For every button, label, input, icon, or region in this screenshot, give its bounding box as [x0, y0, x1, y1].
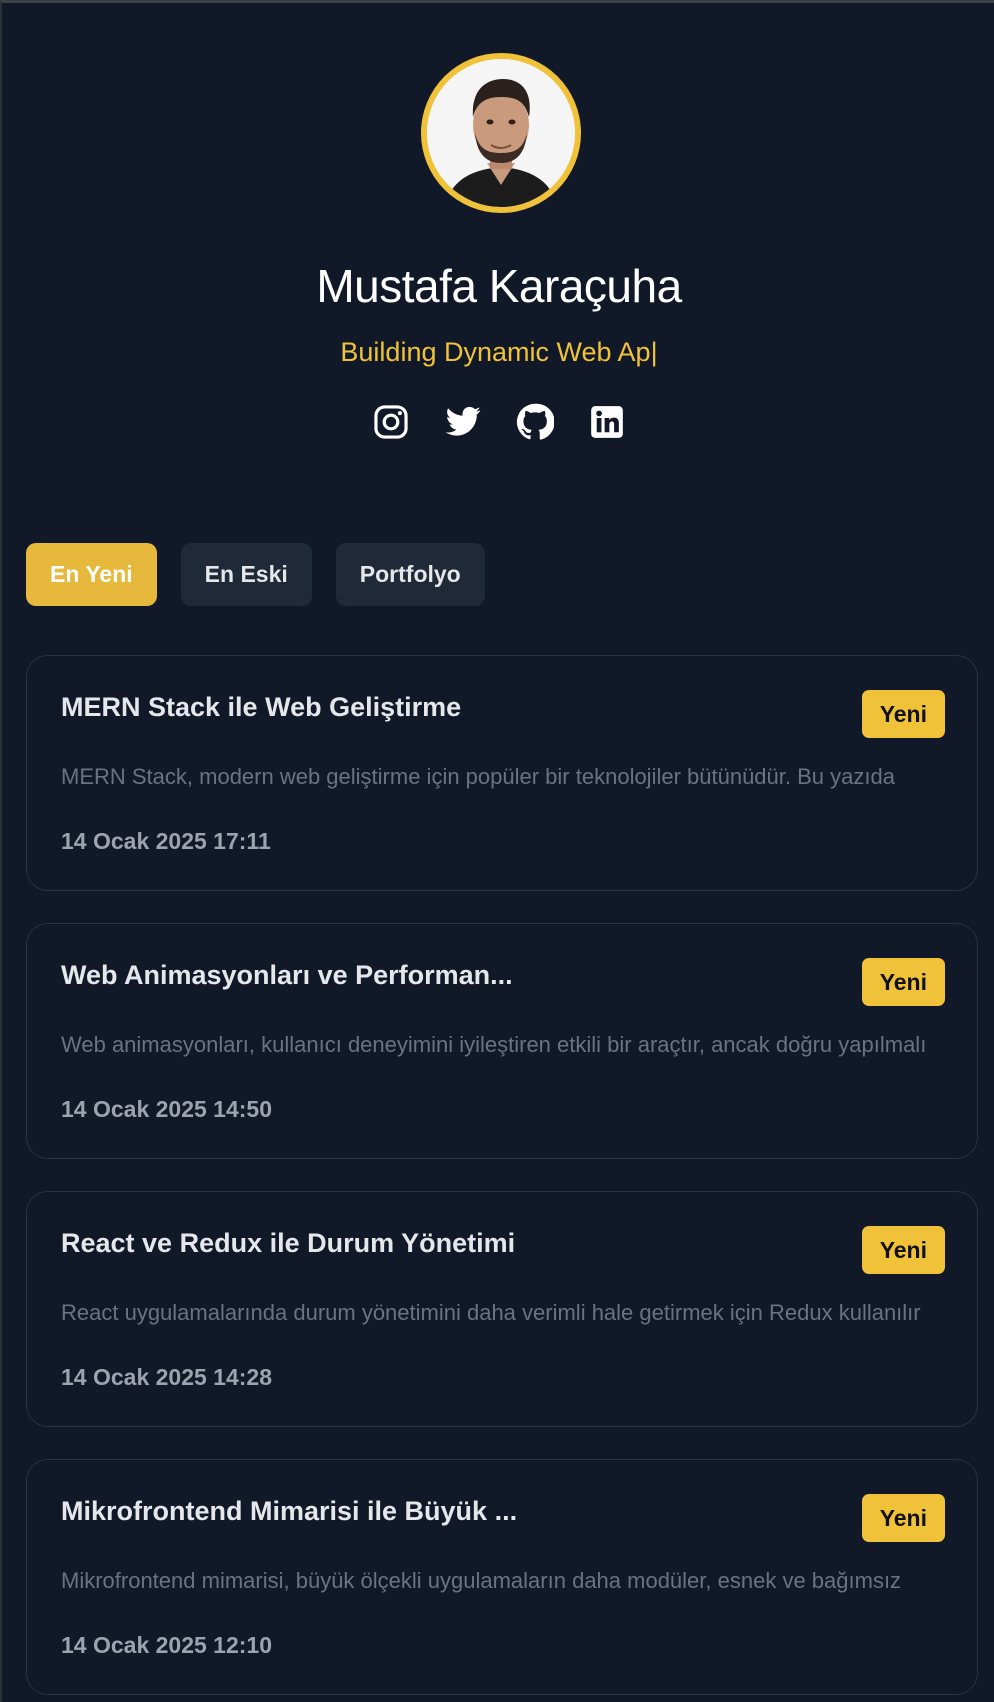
twitter-icon — [445, 406, 481, 436]
github-icon — [516, 403, 554, 440]
instagram-icon — [374, 405, 408, 439]
github-link[interactable] — [516, 403, 554, 441]
filter-portfolio-button[interactable]: Portfolyo — [335, 543, 485, 606]
filter-newest-button[interactable]: En Yeni — [26, 543, 157, 606]
post-list: MERN Stack ile Web Geliştirme Yeni MERN … — [26, 655, 978, 1702]
instagram-link[interactable] — [372, 403, 410, 441]
social-links — [2, 403, 994, 441]
avatar-ring — [421, 53, 581, 213]
linkedin-link[interactable] — [588, 403, 626, 441]
linkedin-icon — [591, 406, 623, 438]
post-date: 14 Ocak 2025 17:11 — [61, 828, 271, 854]
filter-oldest-button[interactable]: En Eski — [180, 543, 312, 606]
avatar — [427, 59, 575, 207]
post-date: 14 Ocak 2025 14:28 — [61, 1364, 273, 1390]
new-badge: Yeni — [861, 690, 945, 738]
post-card[interactable]: React ve Redux ile Durum Yönetimi Yeni R… — [26, 1191, 978, 1427]
new-badge: Yeni — [861, 1494, 945, 1542]
post-card[interactable]: Web Animasyonları ve Performan... Yeni W… — [26, 923, 978, 1159]
post-card[interactable]: MERN Stack ile Web Geliştirme Yeni MERN … — [26, 655, 978, 891]
post-date: 14 Ocak 2025 12:10 — [61, 1632, 273, 1658]
post-title: React ve Redux ile Durum Yönetimi — [61, 1228, 516, 1258]
profile-name: Mustafa Karaçuha — [316, 260, 682, 312]
post-excerpt: Web animasyonları, kullanıcı deneyimini … — [61, 1032, 927, 1057]
post-date: 14 Ocak 2025 14:50 — [61, 1096, 273, 1122]
post-title: MERN Stack ile Web Geliştirme — [61, 692, 462, 722]
twitter-link[interactable] — [444, 403, 482, 441]
post-excerpt: React uygulamalarında durum yönetimini d… — [61, 1300, 921, 1325]
avatar-photo — [427, 59, 575, 207]
post-title: Mikrofrontend Mimarisi ile Büyük ... — [61, 1496, 518, 1526]
post-excerpt: Mikrofrontend mimarisi, büyük ölçekli uy… — [61, 1568, 902, 1593]
post-excerpt: MERN Stack, modern web geliştirme için p… — [61, 764, 895, 789]
new-badge: Yeni — [861, 1226, 945, 1274]
filter-tabs: En Yeni En Eski Portfolyo — [26, 543, 485, 606]
profile-tagline: Building Dynamic Web Ap| — [340, 337, 658, 367]
post-card[interactable]: Mikrofrontend Mimarisi ile Büyük ... Yen… — [26, 1459, 978, 1695]
new-badge: Yeni — [861, 958, 945, 1006]
post-title: Web Animasyonları ve Performan... — [61, 960, 513, 990]
